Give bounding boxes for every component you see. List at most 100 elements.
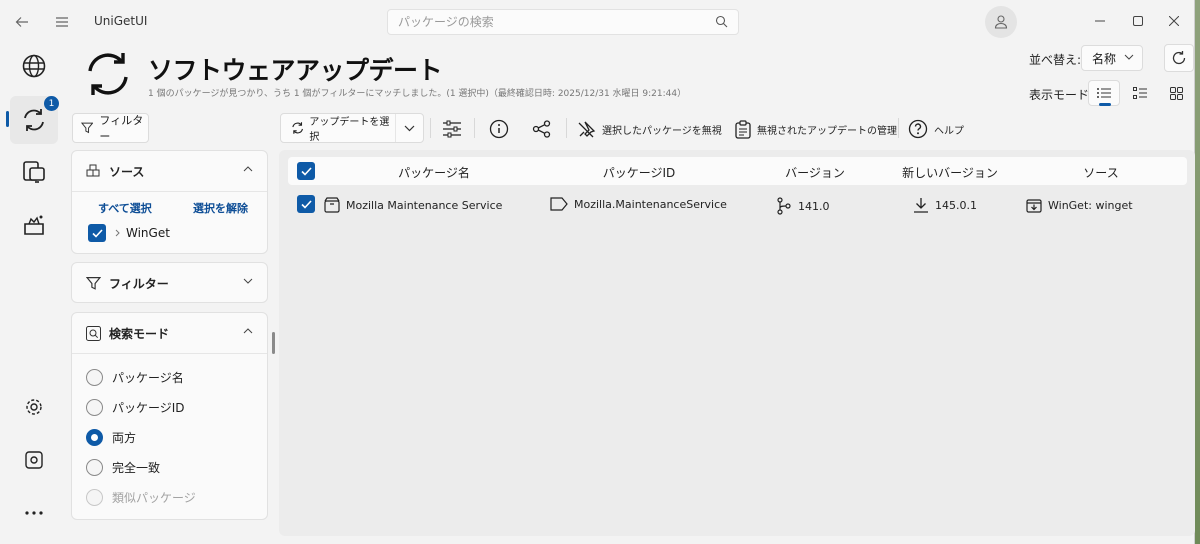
nav-settings[interactable] <box>10 383 58 431</box>
nav-active-indicator <box>6 111 9 127</box>
list-view-icon <box>1097 88 1111 98</box>
search-input[interactable] <box>388 10 708 34</box>
minimize-button[interactable] <box>1084 10 1116 32</box>
sidebar-scrollbar[interactable] <box>272 332 275 354</box>
nav-installed[interactable] <box>10 148 58 196</box>
column-header-id[interactable]: パッケージID <box>603 164 676 181</box>
filters-panel: フィルター <box>71 262 268 303</box>
desktop-background <box>1195 0 1200 544</box>
share-button[interactable] <box>532 115 552 143</box>
sources-icon <box>86 164 100 176</box>
maximize-button[interactable] <box>1122 10 1154 32</box>
search-mode-option[interactable]: パッケージ名 <box>86 369 184 386</box>
menu-button[interactable] <box>48 8 76 36</box>
close-button[interactable] <box>1158 10 1190 32</box>
select-all-checkbox[interactable] <box>297 162 315 180</box>
column-header-name[interactable]: パッケージ名 <box>398 164 470 181</box>
refresh-button[interactable] <box>1164 44 1194 72</box>
package-source: WinGet: winget <box>1048 198 1133 212</box>
updates-count-badge: 1 <box>44 96 59 111</box>
close-icon <box>1169 16 1179 26</box>
clipboard-icon <box>735 119 751 139</box>
filter-toggle-button[interactable]: フィルター <box>72 113 149 143</box>
radio-button[interactable] <box>86 399 103 416</box>
filter-icon <box>86 276 101 290</box>
search-icon[interactable] <box>715 15 728 28</box>
package-details-button[interactable] <box>489 115 509 143</box>
column-header-new-version[interactable]: 新しいバージョン <box>902 164 998 181</box>
help-button[interactable]: ヘルプ <box>908 115 964 143</box>
search-box[interactable] <box>387 9 739 35</box>
row-checkbox[interactable] <box>297 195 315 213</box>
toolbar-separator <box>566 118 567 138</box>
search-mode-option-label: 両方 <box>112 431 137 445</box>
installed-packages-icon <box>23 161 45 183</box>
search-mode-option[interactable]: 両方 <box>86 429 136 446</box>
user-avatar[interactable] <box>985 6 1017 38</box>
page-status-text: 1 個のパッケージが見つかり、うち 1 個がフィルターにマッチしました。(1 選… <box>148 89 687 99</box>
radio-button-selected[interactable] <box>86 429 103 446</box>
radio-button-disabled <box>86 489 103 506</box>
nav-discover[interactable] <box>10 42 58 90</box>
more-icon <box>25 511 43 515</box>
sync-icon <box>24 109 44 131</box>
page-sync-icon <box>88 53 128 95</box>
search-mode-option-label: 類似パッケージ <box>112 491 196 505</box>
update-options-dropdown[interactable] <box>395 114 423 142</box>
sync-icon <box>292 122 303 134</box>
source-winget-checkbox[interactable] <box>88 224 106 242</box>
nav-bundles[interactable] <box>10 201 58 249</box>
chevron-down-icon <box>1124 54 1134 60</box>
hamburger-icon <box>56 17 68 27</box>
chevron-up-icon <box>243 328 253 334</box>
new-version-cell: 145.0.1 <box>913 197 977 213</box>
view-mode-label: 表示モード: <box>1029 88 1094 102</box>
column-header-version[interactable]: バージョン <box>785 164 845 181</box>
radio-button[interactable] <box>86 459 103 476</box>
table-row[interactable]: Mozilla Maintenance Service Mozilla.Main… <box>288 190 1187 220</box>
search-mode-option[interactable]: パッケージID <box>86 399 185 416</box>
back-button[interactable] <box>8 8 36 36</box>
view-grid-button[interactable] <box>1160 80 1192 106</box>
sliders-icon <box>443 120 461 138</box>
update-selected-button[interactable]: アップデートを選択 <box>281 114 395 143</box>
download-icon <box>914 198 928 213</box>
view-detail-button[interactable] <box>1124 80 1156 106</box>
deselect-all-link[interactable]: 選択を解除 <box>193 200 248 216</box>
filters-panel-title: フィルター <box>109 276 169 291</box>
ignore-selected-label: 選択したパッケージを無視 <box>602 125 722 137</box>
maximize-icon <box>1133 16 1143 26</box>
search-mode-option-label: 完全一致 <box>112 461 161 475</box>
nav-package-managers[interactable] <box>10 436 58 484</box>
radio-button[interactable] <box>86 369 103 386</box>
update-selected-split-button[interactable]: アップデートを選択 <box>280 113 424 143</box>
source-cell: WinGet: winget <box>1026 197 1133 213</box>
help-icon <box>908 119 928 139</box>
package-id-cell: Mozilla.MaintenanceService <box>550 197 727 211</box>
search-mode-option[interactable]: 完全一致 <box>86 459 160 476</box>
select-all-link[interactable]: すべて選択 <box>98 200 152 216</box>
chevron-down-icon <box>404 125 415 132</box>
sort-dropdown[interactable]: 名称 <box>1081 45 1143 71</box>
toolbar-separator <box>430 118 431 138</box>
sources-panel-header[interactable]: ソース <box>72 151 267 191</box>
table-header: パッケージ名 パッケージID バージョン 新しいバージョン ソース <box>288 157 1187 185</box>
column-header-source[interactable]: ソース <box>1083 164 1118 181</box>
install-options-button[interactable] <box>442 115 464 143</box>
search-mode-icon <box>86 325 101 341</box>
ignore-selected-button[interactable]: 選択したパッケージを無視 <box>578 115 722 143</box>
search-mode-panel-header[interactable]: 検索モード <box>72 313 267 353</box>
view-list-button[interactable] <box>1088 80 1120 106</box>
app-title: UniGetUI <box>94 14 148 28</box>
chevron-right-icon[interactable] <box>115 229 121 237</box>
gear-icon <box>26 399 42 415</box>
current-version: 141.0 <box>798 199 830 213</box>
manage-ignored-button[interactable]: 無視されたアップデートの管理 <box>735 115 897 143</box>
nav-more[interactable] <box>10 489 58 537</box>
filters-panel-header[interactable]: フィルター <box>72 263 267 303</box>
page-title: ソフトウェアアップデート <box>148 56 443 85</box>
toolbar-separator <box>898 118 899 138</box>
info-icon <box>489 119 509 139</box>
check-icon <box>300 199 312 209</box>
version-cell: 141.0 <box>776 197 830 215</box>
